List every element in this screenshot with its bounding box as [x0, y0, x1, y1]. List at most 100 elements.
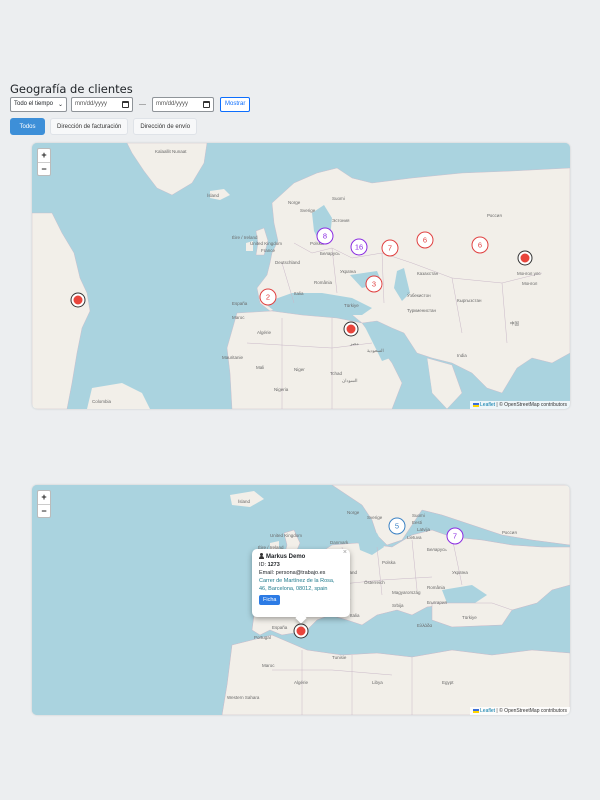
map-label: România: [314, 280, 333, 285]
map-marker[interactable]: [294, 624, 308, 638]
map-label: Ísland: [238, 499, 251, 504]
map-label: Libya: [372, 680, 383, 685]
map-label: Россия: [487, 213, 502, 218]
map-label: Türkiye: [462, 615, 477, 620]
map-marker[interactable]: [518, 251, 532, 265]
customer-id-value: 1273: [267, 562, 280, 568]
map-label: Maroc: [232, 315, 245, 320]
customer-address: Carrer de Martínez de la Rosa, 46, Barce…: [259, 578, 335, 592]
calendar-icon[interactable]: [122, 100, 129, 108]
map-label: United Kingdom: [250, 241, 283, 246]
zoom-in-button[interactable]: +: [38, 491, 50, 504]
customer-name-text: Markus Demo: [266, 554, 306, 560]
world-map[interactable]: + − Kalaallit Nunaat Ísland Norge Suomi …: [32, 143, 570, 409]
map-label: Latvija: [417, 527, 431, 532]
map-label: السودان: [342, 378, 358, 383]
calendar-icon[interactable]: [203, 100, 210, 108]
customer-email: Email: persona@trabajo.es: [259, 570, 326, 576]
map-label: مصر: [350, 341, 359, 346]
map-label: Tchad: [330, 371, 343, 376]
marker-cluster[interactable]: 16: [350, 238, 368, 256]
map-label: Sverige: [367, 515, 383, 520]
map-attribution: Leaflet | © OpenStreetMap contributors: [470, 707, 570, 715]
zoom-control: + −: [37, 148, 51, 176]
map-label: Kalaallit Nunaat: [155, 149, 187, 154]
map-label: Кыргызстан: [457, 298, 482, 303]
map-label: España: [232, 301, 248, 306]
date-to-placeholder: mm/dd/yyyy: [156, 101, 189, 107]
map-label: Algérie: [257, 330, 272, 335]
map-label: Algérie: [294, 680, 309, 685]
period-select[interactable]: Todo el tiempo ⌄: [10, 96, 67, 112]
tab-shipping-address[interactable]: Dirección de envío: [133, 118, 198, 135]
zoom-out-button[interactable]: −: [38, 504, 50, 517]
popup-close-button[interactable]: ×: [343, 549, 347, 557]
map-marker[interactable]: [71, 293, 85, 307]
map-label: Suomi: [332, 196, 345, 201]
map-label: Éire / Ireland: [232, 235, 258, 240]
map-label: Colombia: [92, 399, 112, 404]
map-label: България: [427, 600, 447, 605]
ukraine-flag-icon: [473, 402, 480, 407]
map-label: France: [261, 248, 276, 253]
map-label: Magyarország: [392, 590, 421, 595]
map-label: Maroc: [262, 663, 275, 668]
map-label: Deutschland: [275, 260, 301, 265]
tab-billing-address[interactable]: Dirección de facturación: [50, 118, 129, 135]
map-label: Монгол: [522, 281, 538, 286]
map-label: Ελλάδα: [417, 623, 433, 628]
leaflet-link[interactable]: Leaflet: [480, 708, 495, 714]
marker-cluster[interactable]: 2: [259, 288, 277, 306]
map-label: Беларусь: [320, 251, 340, 256]
map-label: Mali: [256, 365, 265, 370]
map-label: Nigeria: [274, 387, 289, 392]
map-label: Україна: [452, 570, 468, 575]
marker-cluster[interactable]: 7: [381, 239, 399, 257]
map-marker[interactable]: [344, 322, 358, 336]
marker-cluster[interactable]: 6: [471, 236, 489, 254]
map-label: Mauritanie: [222, 355, 244, 360]
leaflet-link[interactable]: Leaflet: [480, 402, 495, 408]
map-attribution: Leaflet | © OpenStreetMap contributors: [470, 401, 570, 409]
marker-cluster[interactable]: 3: [365, 275, 383, 293]
map-label: Туркменистан: [407, 308, 437, 313]
map-label: India: [457, 353, 467, 358]
map-label: Srbija: [392, 603, 404, 608]
map-label: Беларусь: [427, 547, 447, 552]
date-to-input[interactable]: mm/dd/yyyy: [152, 96, 214, 112]
map-label: 中国: [510, 321, 519, 326]
map-label: Norge: [347, 510, 360, 515]
map-label: Ísland: [207, 193, 220, 198]
map-label: Norge: [288, 200, 301, 205]
period-select-value: Todo el tiempo: [14, 101, 54, 107]
map-label: Egypt: [442, 680, 454, 685]
map-label: Portugal: [254, 635, 271, 640]
map-label: Western Sahara: [227, 695, 260, 700]
marker-cluster[interactable]: 5: [388, 517, 406, 535]
ukraine-flag-icon: [473, 708, 480, 713]
map-label: España: [272, 625, 288, 630]
map-label: Italia: [350, 613, 360, 618]
date-from-input[interactable]: mm/dd/yyyy: [71, 96, 133, 112]
marker-cluster[interactable]: 7: [446, 527, 464, 545]
map-label: Россия: [502, 530, 517, 535]
map-label: Казахстан: [417, 271, 439, 276]
filter-bar: Todo el tiempo ⌄ mm/dd/yyyy — mm/dd/yyyy…: [10, 96, 251, 112]
map-label: Sverige: [300, 208, 316, 213]
map-label: Österreich: [364, 580, 385, 585]
map-label: Italia: [294, 291, 304, 296]
zoom-out-button[interactable]: −: [38, 162, 50, 175]
customer-record-button[interactable]: Ficha: [259, 595, 281, 605]
page-title: Geografía de clientes: [10, 82, 133, 96]
marker-cluster[interactable]: 8: [316, 227, 334, 245]
zoom-in-button[interactable]: +: [38, 149, 50, 162]
tab-all[interactable]: Todos: [10, 118, 45, 135]
map-label: Эстония: [332, 218, 350, 223]
chevron-down-icon: ⌄: [57, 101, 63, 108]
map-label: Україна: [340, 269, 356, 274]
map-label: السعودية: [367, 348, 384, 353]
map-label: Danmark: [330, 540, 349, 545]
map-label: Ўзбекистон: [407, 293, 431, 298]
marker-cluster[interactable]: 6: [416, 231, 434, 249]
show-button[interactable]: Mostrar: [220, 96, 251, 112]
